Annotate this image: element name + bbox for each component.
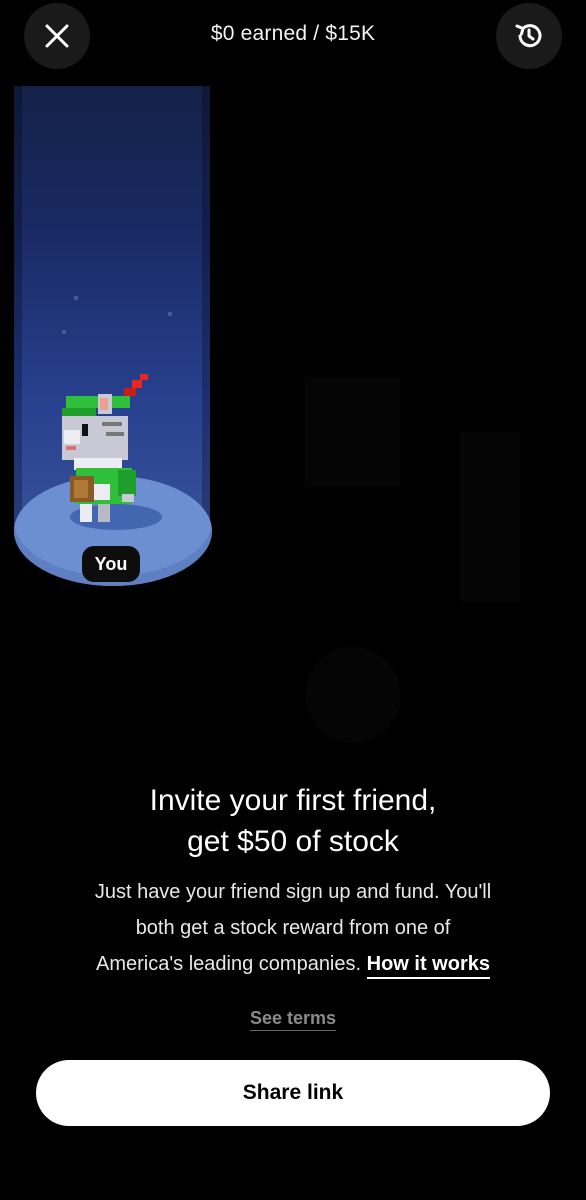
dark-bush (305, 647, 401, 743)
description-line-2: both get a stock reward from one of (135, 917, 451, 939)
description-line-1: Just have your friend sign up and fund. … (94, 881, 492, 903)
see-terms-container: See terms (0, 1008, 586, 1031)
history-button[interactable] (496, 3, 562, 69)
sparkle (168, 312, 172, 316)
share-link-button[interactable]: Share link (36, 1060, 550, 1126)
you-label-badge: You (82, 546, 140, 582)
page-title: Invite your first friend, get $50 of sto… (0, 780, 586, 862)
see-terms-link[interactable]: See terms (249, 1008, 337, 1031)
top-bar: $0 earned / $15K (0, 0, 586, 72)
game-scene: You (0, 72, 586, 772)
how-it-works-link[interactable]: How it works (366, 953, 490, 979)
pixel-cat-character (62, 374, 148, 522)
history-icon (515, 24, 542, 48)
description-text: Just have your friend sign up and fund. … (40, 874, 546, 982)
headline-line-1: Invite your first friend, (149, 784, 437, 817)
sparkle (74, 296, 78, 300)
dark-tree (305, 377, 401, 487)
description-line-3: America's leading companies. (96, 953, 362, 975)
sparkle (62, 330, 66, 334)
headline-line-2: get $50 of stock (187, 825, 399, 858)
dark-tree (460, 432, 520, 602)
